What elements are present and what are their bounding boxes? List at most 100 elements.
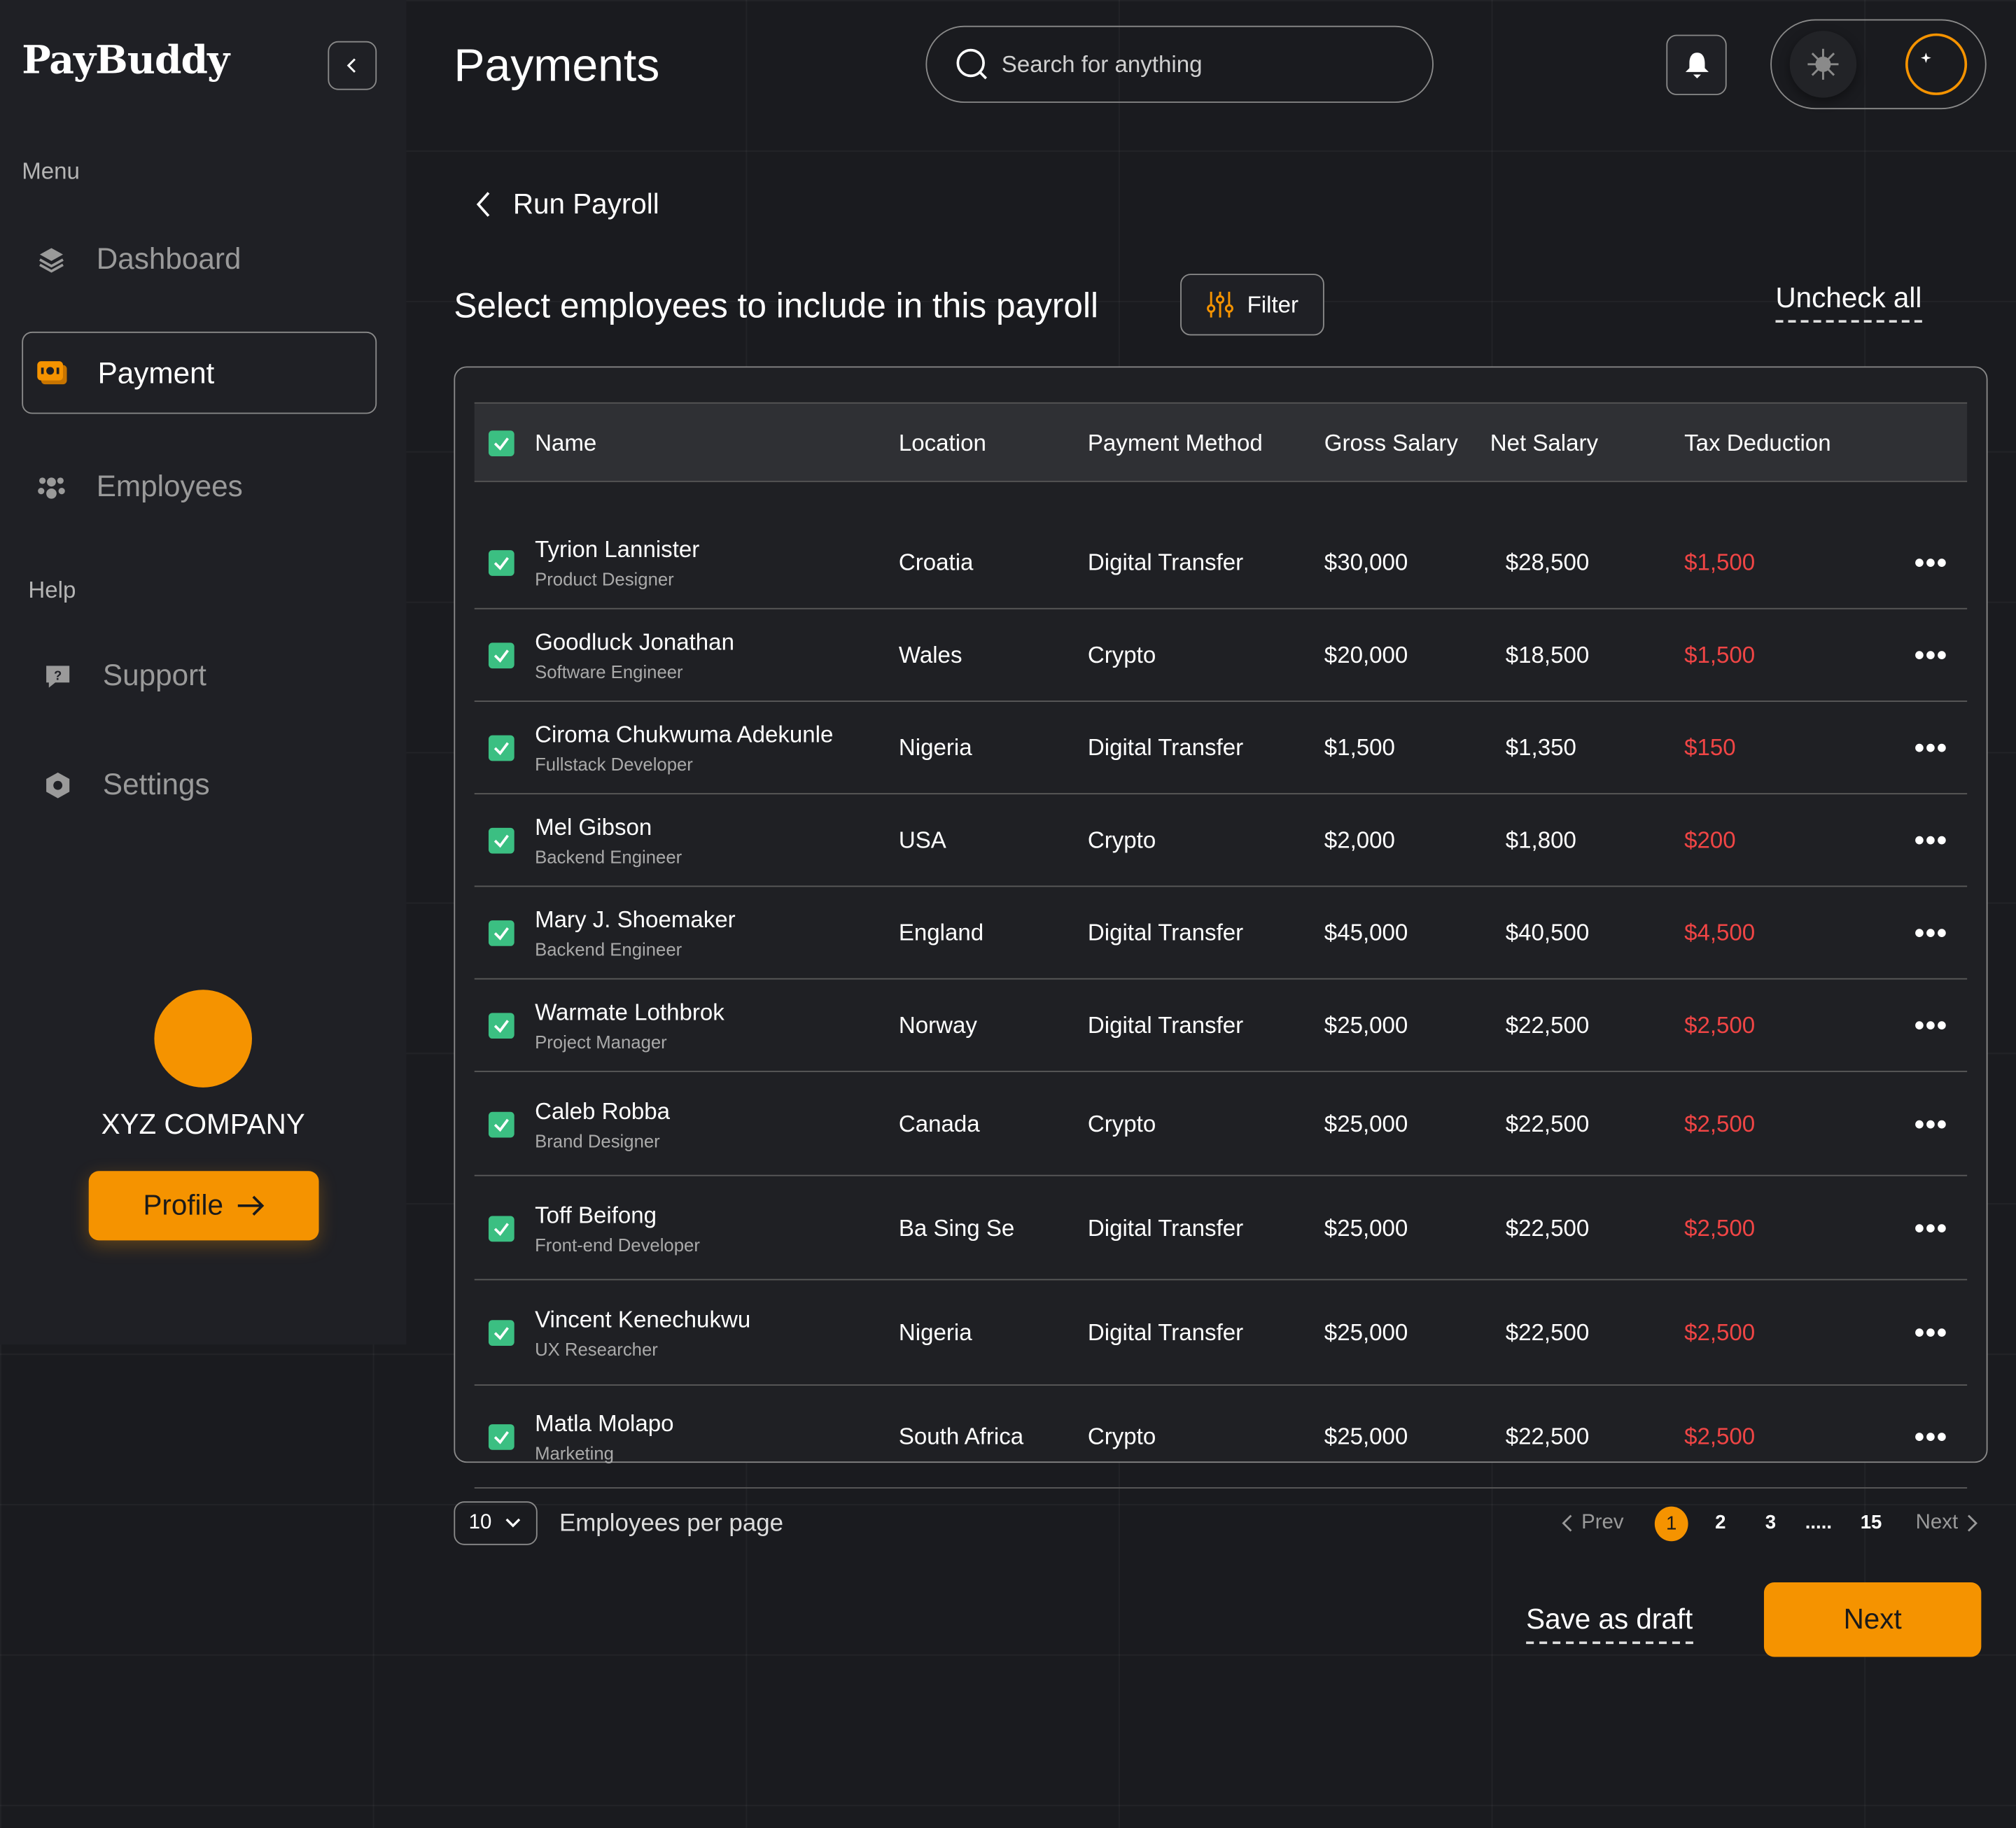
row-checkbox[interactable]: [488, 735, 514, 761]
location-cell: Nigeria: [898, 1319, 972, 1346]
bell-icon: [1684, 52, 1709, 78]
gross-cell: $2,000: [1324, 827, 1395, 853]
svg-text:?: ?: [54, 668, 62, 682]
search-input[interactable]: Search for anything: [925, 25, 1434, 103]
light-mode-option[interactable]: [1789, 31, 1857, 98]
help-section-label: Help: [28, 577, 76, 603]
gross-cell: $1,500: [1324, 734, 1395, 761]
table-row: Matla Molapo Marketing South Africa Crypto $…: [474, 1386, 1968, 1489]
row-more-options-icon[interactable]: •••: [1914, 1421, 1948, 1454]
net-cell: $18,500: [1505, 642, 1590, 668]
sidebar-item-employees[interactable]: Employees: [35, 469, 243, 504]
header-net-salary[interactable]: Net Salary: [1490, 430, 1598, 457]
row-more-options-icon[interactable]: •••: [1914, 1107, 1948, 1141]
row-checkbox[interactable]: [488, 1320, 514, 1347]
row-more-options-icon[interactable]: •••: [1914, 824, 1948, 857]
table-row: Goodluck Jonathan Software Engineer Wales C…: [474, 610, 1968, 702]
method-cell: Digital Transfer: [1087, 549, 1244, 575]
header-location[interactable]: Location: [899, 430, 986, 457]
location-cell: Norway: [898, 1012, 977, 1039]
row-checkbox[interactable]: [488, 920, 514, 946]
company-avatar: [154, 990, 252, 1088]
employee-name: Caleb Robba: [535, 1097, 671, 1124]
filter-button[interactable]: Filter: [1180, 274, 1324, 336]
page-1[interactable]: 1: [1654, 1506, 1688, 1542]
row-checkbox[interactable]: [488, 827, 514, 854]
sidebar-item-dashboard[interactable]: Dashboard: [35, 241, 241, 276]
gear-icon: [41, 768, 75, 801]
location-cell: USA: [898, 827, 946, 853]
theme-toggle[interactable]: [1770, 19, 1987, 110]
sidebar-item-support[interactable]: ? Support: [41, 658, 206, 693]
section-subtitle: Select employees to include in this payr…: [454, 286, 1099, 325]
dark-mode-option[interactable]: [1905, 33, 1968, 95]
row-checkbox[interactable]: [488, 1424, 514, 1450]
profile-button[interactable]: Profile: [88, 1171, 319, 1241]
header-gross-salary[interactable]: Gross Salary: [1324, 430, 1458, 457]
page-ellipsis: .....: [1805, 1511, 1833, 1534]
tax-cell: $150: [1684, 734, 1736, 761]
net-cell: $22,500: [1505, 1110, 1590, 1137]
per-page-select[interactable]: 10: [454, 1501, 538, 1545]
employee-name-cell: Matla Molapo Marketing: [535, 1411, 673, 1463]
filter-label: Filter: [1247, 291, 1299, 317]
sidebar-item-settings[interactable]: Settings: [41, 768, 210, 803]
sidebar-item-payment[interactable]: Payment: [22, 331, 377, 414]
method-cell: Digital Transfer: [1087, 1319, 1244, 1346]
row-checkbox[interactable]: [488, 550, 514, 576]
sidebar-item-label: Support: [102, 658, 206, 692]
table-header: Name Location Payment Method Gross Salar…: [474, 402, 1968, 482]
chevron-left-icon: [1562, 1514, 1572, 1532]
per-page-label: Employees per page: [559, 1510, 784, 1538]
method-cell: Digital Transfer: [1087, 1214, 1244, 1241]
header-payment-method[interactable]: Payment Method: [1088, 430, 1263, 457]
employee-role: Backend Engineer: [535, 846, 682, 867]
row-more-options-icon[interactable]: •••: [1914, 1009, 1948, 1043]
notifications-button[interactable]: [1666, 34, 1727, 95]
select-all-checkbox[interactable]: [488, 430, 514, 457]
header-name[interactable]: Name: [535, 430, 596, 457]
row-checkbox[interactable]: [488, 1013, 514, 1039]
header-tax-deduction[interactable]: Tax Deduction: [1684, 430, 1831, 457]
back-run-payroll[interactable]: Run Payroll: [475, 188, 659, 221]
employee-role: Front-end Developer: [535, 1234, 700, 1255]
tax-cell: $2,500: [1684, 1214, 1756, 1241]
menu-section-label: Menu: [22, 157, 80, 184]
employee-name-cell: Goodluck Jonathan Software Engineer: [535, 629, 734, 682]
employee-role: UX Researcher: [535, 1338, 658, 1360]
row-more-options-icon[interactable]: •••: [1914, 731, 1948, 765]
gross-cell: $25,000: [1324, 1110, 1408, 1137]
save-draft-button[interactable]: Save as draft: [1526, 1603, 1693, 1645]
location-cell: Nigeria: [898, 734, 972, 761]
row-checkbox[interactable]: [488, 1215, 514, 1242]
row-more-options-icon[interactable]: •••: [1914, 639, 1948, 673]
chevron-left-icon: [346, 58, 356, 73]
row-more-options-icon[interactable]: •••: [1914, 1316, 1948, 1350]
next-button[interactable]: Next: [1763, 1582, 1982, 1657]
next-page-button[interactable]: Next: [1916, 1507, 1979, 1540]
collapse-sidebar-button[interactable]: [328, 41, 377, 90]
prev-page-button[interactable]: Prev: [1561, 1507, 1624, 1540]
chevron-right-icon: [1967, 1514, 1977, 1532]
row-more-options-icon[interactable]: •••: [1914, 547, 1948, 580]
employee-name: Toff Beifong: [535, 1202, 657, 1228]
page-15[interactable]: 15: [1861, 1512, 1882, 1533]
table-row: Mel Gibson Backend Engineer USA Crypto $2,00…: [474, 794, 1968, 887]
sidebar-item-label: Settings: [102, 767, 210, 801]
location-cell: England: [898, 920, 984, 945]
location-cell: Canada: [898, 1110, 980, 1137]
users-icon: [35, 470, 69, 503]
gross-cell: $30,000: [1324, 549, 1408, 575]
page-2[interactable]: 2: [1715, 1512, 1726, 1533]
row-checkbox[interactable]: [488, 642, 514, 669]
per-page-value: 10: [468, 1511, 492, 1534]
table-row: Vincent Kenechukwu UX Researcher Nigeria Di…: [474, 1280, 1968, 1386]
sidebar-item-label: Dashboard: [96, 241, 241, 276]
profile-button-label: Profile: [143, 1188, 223, 1221]
uncheck-all-link[interactable]: Uncheck all: [1775, 281, 1922, 323]
row-more-options-icon[interactable]: •••: [1914, 917, 1948, 950]
chevron-left-icon: [476, 192, 490, 217]
location-cell: South Africa: [898, 1423, 1024, 1449]
row-checkbox[interactable]: [488, 1111, 514, 1137]
row-more-options-icon[interactable]: •••: [1914, 1211, 1948, 1245]
